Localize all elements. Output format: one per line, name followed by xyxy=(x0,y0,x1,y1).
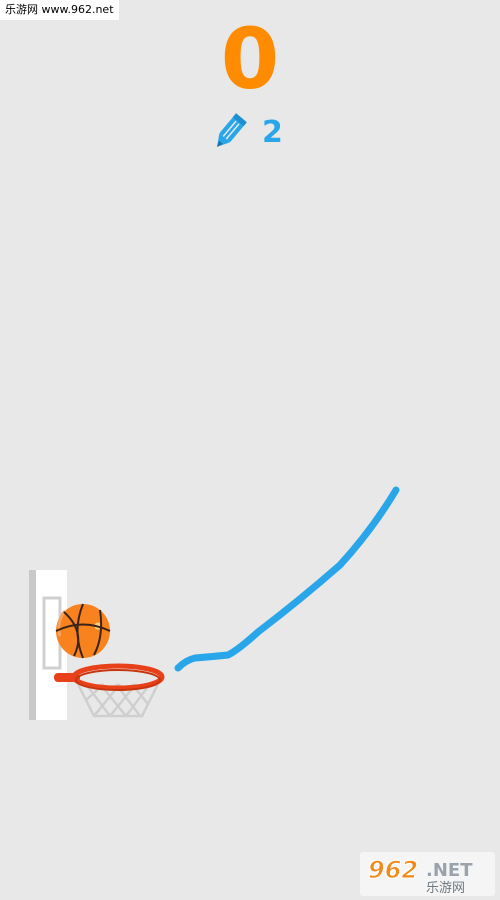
svg-text:乐游网: 乐游网 xyxy=(426,881,465,896)
svg-text:.NET: .NET xyxy=(426,860,473,881)
play-area[interactable] xyxy=(0,0,500,900)
basketball-icon xyxy=(55,603,111,659)
svg-text:962: 962 xyxy=(368,856,418,884)
basketball-hoop-icon xyxy=(54,663,165,691)
game-screen[interactable]: 乐游网 www.962.net 0 2 962 .NET 乐游网 xyxy=(0,0,500,900)
site-logo: 962 .NET 乐游网 xyxy=(360,852,495,896)
drawn-line xyxy=(174,486,400,672)
